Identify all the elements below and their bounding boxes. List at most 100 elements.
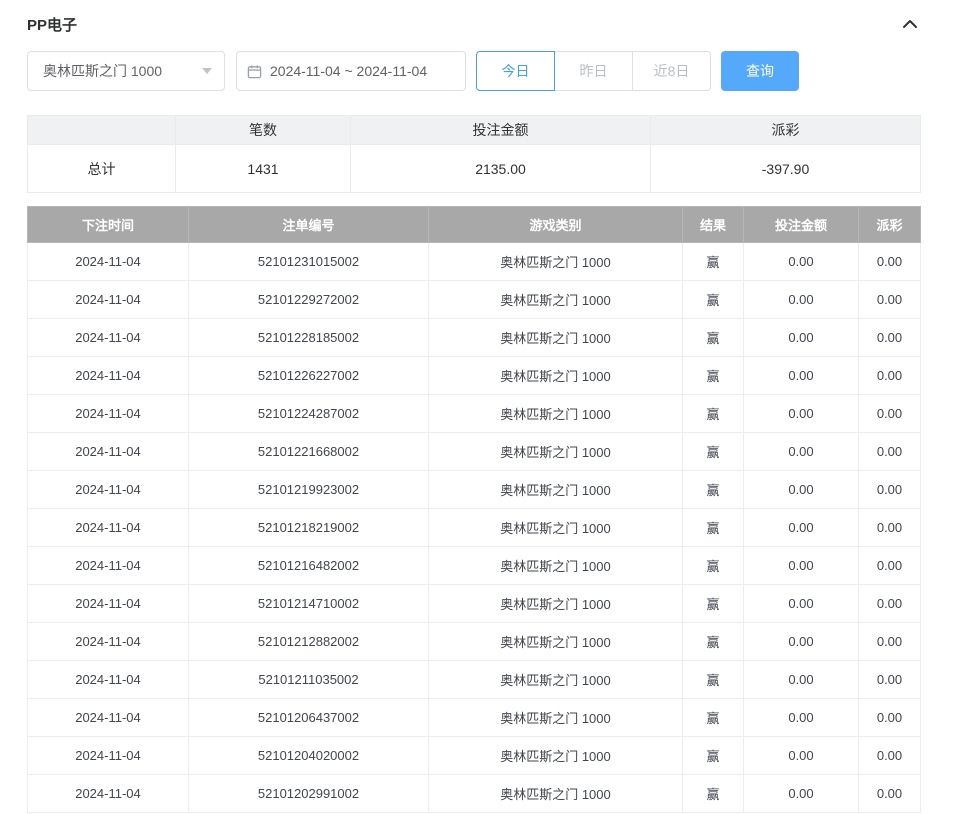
date-range-picker[interactable]: 2024-11-04 ~ 2024-11-04 [236, 51, 466, 91]
cell-game-type: 奥林匹斯之门 1000 [429, 661, 683, 699]
cell-result: 赢 [683, 661, 744, 699]
cell-result: 赢 [683, 471, 744, 509]
cell-result: 赢 [683, 395, 744, 433]
cell-bet-time: 2024-11-04 [28, 319, 189, 357]
cell-result: 赢 [683, 699, 744, 737]
yesterday-button[interactable]: 昨日 [554, 51, 633, 91]
cell-bet-time: 2024-11-04 [28, 395, 189, 433]
cell-game-type: 奥林匹斯之门 1000 [429, 243, 683, 281]
game-select-value: 奥林匹斯之门 1000 [43, 61, 162, 81]
summary-total-label: 总计 [28, 145, 176, 193]
calendar-icon [247, 64, 262, 79]
table-row: 2024-11-0452101224287002奥林匹斯之门 1000赢0.00… [28, 395, 921, 433]
cell-order-id: 52101202991002 [189, 775, 429, 813]
summary-header-count: 笔数 [176, 116, 351, 145]
cell-order-id: 52101229272002 [189, 281, 429, 319]
cell-bet-amount: 0.00 [744, 243, 859, 281]
cell-order-id: 52101204020002 [189, 737, 429, 775]
bet-table: 下注时间注单编号游戏类别结果投注金额派彩 2024-11-04521012310… [27, 206, 921, 813]
cell-result: 赢 [683, 357, 744, 395]
quick-date-group: 今日 昨日 近8日 [476, 51, 711, 91]
table-row: 2024-11-0452101229272002奥林匹斯之门 1000赢0.00… [28, 281, 921, 319]
cell-order-id: 52101216482002 [189, 547, 429, 585]
cell-bet-time: 2024-11-04 [28, 471, 189, 509]
cell-bet-amount: 0.00 [744, 357, 859, 395]
cell-bet-amount: 0.00 [744, 623, 859, 661]
cell-game-type: 奥林匹斯之门 1000 [429, 395, 683, 433]
cell-game-type: 奥林匹斯之门 1000 [429, 699, 683, 737]
cell-payout: 0.00 [859, 357, 921, 395]
cell-bet-time: 2024-11-04 [28, 243, 189, 281]
table-row: 2024-11-0452101221668002奥林匹斯之门 1000赢0.00… [28, 433, 921, 471]
cell-bet-amount: 0.00 [744, 281, 859, 319]
cell-game-type: 奥林匹斯之门 1000 [429, 281, 683, 319]
cell-game-type: 奥林匹斯之门 1000 [429, 471, 683, 509]
table-row: 2024-11-0452101212882002奥林匹斯之门 1000赢0.00… [28, 623, 921, 661]
cell-bet-amount: 0.00 [744, 547, 859, 585]
cell-payout: 0.00 [859, 509, 921, 547]
table-row: 2024-11-0452101202991002奥林匹斯之门 1000赢0.00… [28, 775, 921, 813]
cell-payout: 0.00 [859, 281, 921, 319]
bet-table-header: 下注时间注单编号游戏类别结果投注金额派彩 [28, 207, 921, 243]
query-button[interactable]: 查询 [721, 51, 799, 91]
cell-bet-time: 2024-11-04 [28, 775, 189, 813]
table-row: 2024-11-0452101219923002奥林匹斯之门 1000赢 0.00… [28, 471, 921, 509]
cell-payout: 0.00 [859, 547, 921, 585]
cell-payout: 0.00 [859, 395, 921, 433]
cell-bet-time: 2024-11-04 [28, 699, 189, 737]
collapse-chevron-up-icon[interactable] [900, 15, 920, 33]
today-button[interactable]: 今日 [476, 51, 555, 91]
panel-title: PP电子 [27, 14, 77, 35]
cell-game-type: 奥林匹斯之门 1000 [429, 319, 683, 357]
cell-result: 赢 [683, 281, 744, 319]
cell-payout: 0.00 [859, 585, 921, 623]
column-header-order-id: 注单编号 [189, 207, 429, 243]
cell-order-id: 52101212882002 [189, 623, 429, 661]
cell-result: 赢 [683, 433, 744, 471]
summary-total-bet-amount: 2135.00 [351, 145, 651, 193]
table-row: 2024-11-0452101231015002奥林匹斯之门 1000赢0.00… [28, 243, 921, 281]
cell-bet-time: 2024-11-04 [28, 623, 189, 661]
cell-bet-amount: 0.00 [744, 319, 859, 357]
cell-bet-time: 2024-11-04 [28, 585, 189, 623]
summary-header-empty [28, 116, 176, 145]
table-row: 2024-11-0452101211035002奥林匹斯之门 1000赢 0.00… [28, 661, 921, 699]
cell-result: 赢 [683, 737, 744, 775]
table-row: 2024-11-0452101218219002奥林匹斯之门 1000赢0.00… [28, 509, 921, 547]
column-header-game-type: 游戏类别 [429, 207, 683, 243]
game-select[interactable]: 奥林匹斯之门 1000 [27, 51, 225, 91]
cell-game-type: 奥林匹斯之门 1000 [429, 547, 683, 585]
cell-bet-time: 2024-11-04 [28, 661, 189, 699]
bet-table-head-row: 下注时间注单编号游戏类别结果投注金额派彩 [28, 207, 921, 243]
summary-total-count: 1431 [176, 145, 351, 193]
cell-order-id: 52101214710002 [189, 585, 429, 623]
column-header-bet-amount: 投注金额 [744, 207, 859, 243]
cell-result: 赢 [683, 509, 744, 547]
cell-payout: 0.00 [859, 471, 921, 509]
summary-total-payout: -397.90 [651, 145, 921, 193]
cell-game-type: 奥林匹斯之门 1000 [429, 433, 683, 471]
cell-result: 赢 [683, 319, 744, 357]
cell-payout: 0.00 [859, 319, 921, 357]
cell-payout: 0.00 [859, 661, 921, 699]
table-row: 2024-11-0452101214710002奥林匹斯之门 1000赢0.00… [28, 585, 921, 623]
summary-header-row: 笔数 投注金额 派彩 [28, 116, 921, 145]
last-8-days-button[interactable]: 近8日 [632, 51, 711, 91]
cell-result: 赢 [683, 585, 744, 623]
cell-order-id: 52101211035002 [189, 661, 429, 699]
table-row: 2024-11-0452101206437002奥林匹斯之门 1000赢0.00… [28, 699, 921, 737]
column-header-payout: 派彩 [859, 207, 921, 243]
cell-order-id: 52101219923002 [189, 471, 429, 509]
cell-payout: 0.00 [859, 433, 921, 471]
cell-payout: 0.00 [859, 737, 921, 775]
cell-result: 赢 [683, 243, 744, 281]
cell-bet-time: 2024-11-04 [28, 737, 189, 775]
cell-bet-amount: 0.00 [744, 775, 859, 813]
cell-bet-amount: 0.00 [744, 585, 859, 623]
cell-game-type: 奥林匹斯之门 1000 [429, 585, 683, 623]
cell-game-type: 奥林匹斯之门 1000 [429, 509, 683, 547]
column-header-result: 结果 [683, 207, 744, 243]
summary-header-bet-amount: 投注金额 [351, 116, 651, 145]
pp-panel: PP电子 奥林匹斯之门 1000 2024-11-04 ~ 2024-11-04… [0, 0, 920, 813]
cell-order-id: 52101206437002 [189, 699, 429, 737]
